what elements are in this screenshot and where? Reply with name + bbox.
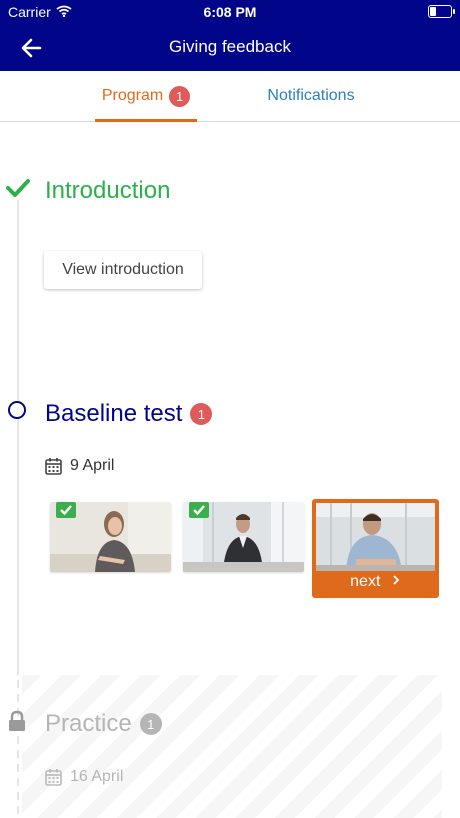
practice-date-text: 16 April [70, 768, 124, 785]
baseline-test-title: Baseline test 1 [45, 400, 213, 428]
battery-icon [428, 5, 455, 18]
calendar-icon [45, 458, 62, 475]
tab-active-indicator [95, 119, 197, 122]
view-introduction-button[interactable]: View introduction [44, 251, 202, 289]
video-thumbnail-3 [316, 503, 435, 571]
timeline-line [17, 200, 19, 675]
page-title: Giving feedback [169, 37, 291, 56]
practice-locked-area [22, 675, 442, 818]
navigation-bar: Giving feedback [0, 24, 460, 71]
practice-title: Practice 1 [45, 710, 162, 738]
circle-icon [8, 401, 26, 419]
tab-bar: Program 1 Notifications [0, 71, 460, 122]
next-video-card[interactable]: next [312, 499, 439, 598]
baseline-test-badge: 1 [190, 403, 213, 425]
completed-check-icon [189, 502, 209, 518]
check-icon [6, 178, 30, 198]
timeline-line-locked [17, 680, 19, 818]
status-bar: Carrier 6:08 PM [0, 0, 460, 24]
tab-program-badge: 1 [169, 85, 191, 107]
chevron-right-icon [393, 575, 400, 585]
completed-check-icon [56, 502, 76, 518]
tab-notifications-label: Notifications [267, 87, 355, 104]
next-video-label: next [312, 573, 439, 591]
video-thumbnail-2[interactable] [183, 502, 304, 572]
calendar-icon [45, 769, 62, 786]
status-time: 6:08 PM [203, 4, 257, 20]
next-text: next [350, 573, 381, 590]
video-thumbnail-1[interactable] [50, 502, 171, 572]
introduction-title: Introduction [45, 177, 171, 204]
baseline-date: 9 April [45, 457, 114, 475]
tab-notifications[interactable]: Notifications [255, 71, 367, 121]
practice-label: Practice [45, 710, 132, 737]
tab-program[interactable]: Program 1 [95, 71, 197, 122]
baseline-date-text: 9 April [70, 457, 115, 474]
baseline-test-label: Baseline test [45, 400, 183, 427]
practice-date: 16 April [45, 768, 123, 786]
lock-icon [8, 710, 26, 732]
practice-badge: 1 [139, 713, 162, 735]
tab-program-label: Program [101, 87, 164, 104]
